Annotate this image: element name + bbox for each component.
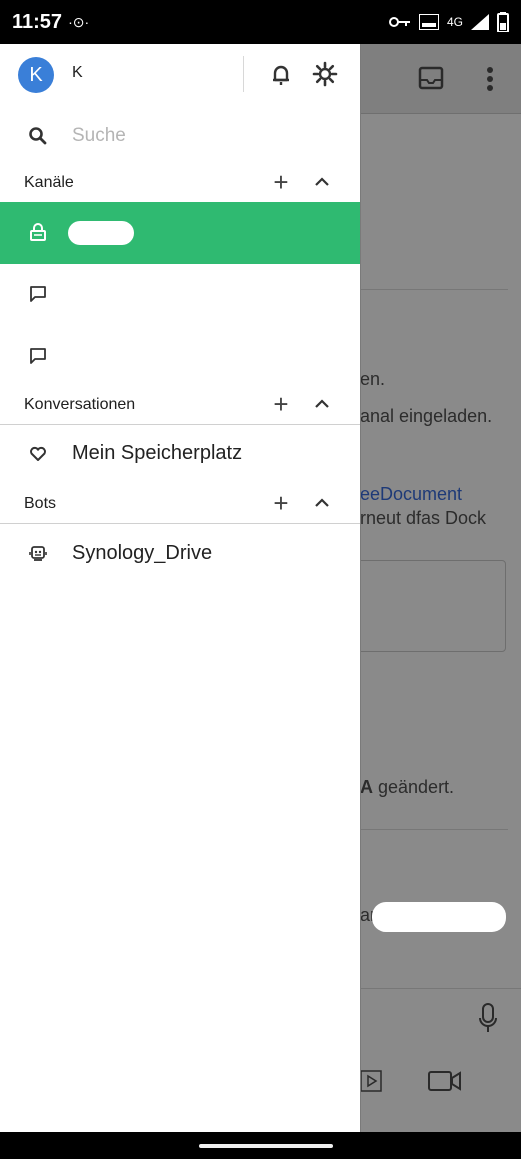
background-attachment-card: [340, 560, 506, 652]
chat-bubble-icon: [30, 348, 46, 364]
section-channels: Kanäle +: [0, 163, 360, 203]
section-bots: Bots +: [0, 484, 360, 524]
user-name[interactable]: K: [72, 64, 83, 82]
background-divider: [360, 289, 508, 290]
background-divider-2: [360, 829, 508, 830]
add-conversation-button[interactable]: +: [268, 390, 294, 418]
status-icons: 4G: [388, 12, 509, 32]
avatar[interactable]: K: [18, 57, 54, 93]
video-icon: [428, 1071, 461, 1091]
search-bar: [0, 114, 360, 158]
background-text-1: en.: [360, 369, 386, 389]
redacted-channel-name: [68, 221, 134, 245]
navigation-drawer: K K Kanäle + Konversationen + Mein Speic…: [0, 44, 360, 1132]
chevron-up-icon[interactable]: [312, 396, 332, 412]
network-type: 4G: [446, 15, 463, 29]
header-divider: [243, 56, 244, 92]
volte-icon: [418, 14, 439, 30]
conversation-item-label: Mein Speicherplatz: [72, 442, 243, 464]
key-icon: [388, 17, 410, 27]
section-bots-label: Bots: [24, 495, 57, 512]
play-icon: [360, 1070, 382, 1092]
chevron-up-icon[interactable]: [312, 495, 332, 511]
status-time: 11:57: [12, 10, 63, 33]
more-icon: [487, 67, 493, 91]
background-text-4-rest: geändert.: [373, 777, 455, 797]
section-divider: [0, 424, 360, 425]
home-gesture-handle[interactable]: [199, 1144, 333, 1148]
inbox-icon: [418, 66, 444, 90]
lock-icon: [30, 223, 46, 241]
background-text-2: anal eingeladen.: [360, 406, 493, 426]
status-bar: 11:57 ·⊙· 4G: [0, 0, 521, 44]
bot-icon: [29, 546, 47, 561]
drawer-edge: [360, 44, 361, 1132]
bell-icon[interactable]: [268, 62, 294, 88]
redacted-blob: [372, 902, 506, 932]
section-conversations-label: Konversationen: [24, 396, 136, 413]
drawer-header: K K: [0, 44, 360, 106]
background-text-4-bold: A: [360, 777, 373, 797]
background-link: eeDocument: [360, 484, 463, 504]
bot-item-label: Synology_Drive: [72, 542, 213, 564]
conversation-item[interactable]: Mein Speicherplatz: [0, 426, 360, 482]
channel-item[interactable]: [0, 264, 360, 330]
bot-item[interactable]: Synology_Drive: [0, 526, 360, 582]
section-channels-label: Kanäle: [24, 174, 74, 191]
search-input[interactable]: [72, 120, 332, 152]
gear-icon[interactable]: [311, 60, 339, 88]
battery-icon: [497, 12, 509, 32]
heart-icon: [30, 446, 46, 461]
background-text-4: A geändert.: [360, 777, 454, 798]
add-bot-button[interactable]: +: [268, 489, 294, 517]
mic-icon: [479, 1003, 497, 1032]
background-composer-divider: [340, 988, 521, 989]
system-nav-bar: [0, 1132, 521, 1159]
section-conversations: Konversationen +: [0, 385, 360, 425]
status-indicator: ·⊙·: [68, 13, 90, 30]
channel-item-active[interactable]: [0, 202, 360, 264]
background-text-3: rneut dfas Dock: [360, 508, 487, 528]
signal-icon: [471, 14, 489, 30]
chat-bubble-icon: [30, 286, 46, 302]
add-channel-button[interactable]: +: [268, 168, 294, 196]
channel-item[interactable]: [0, 330, 360, 384]
chevron-up-icon[interactable]: [312, 174, 332, 190]
section-divider: [0, 523, 360, 524]
search-icon: [29, 127, 47, 145]
